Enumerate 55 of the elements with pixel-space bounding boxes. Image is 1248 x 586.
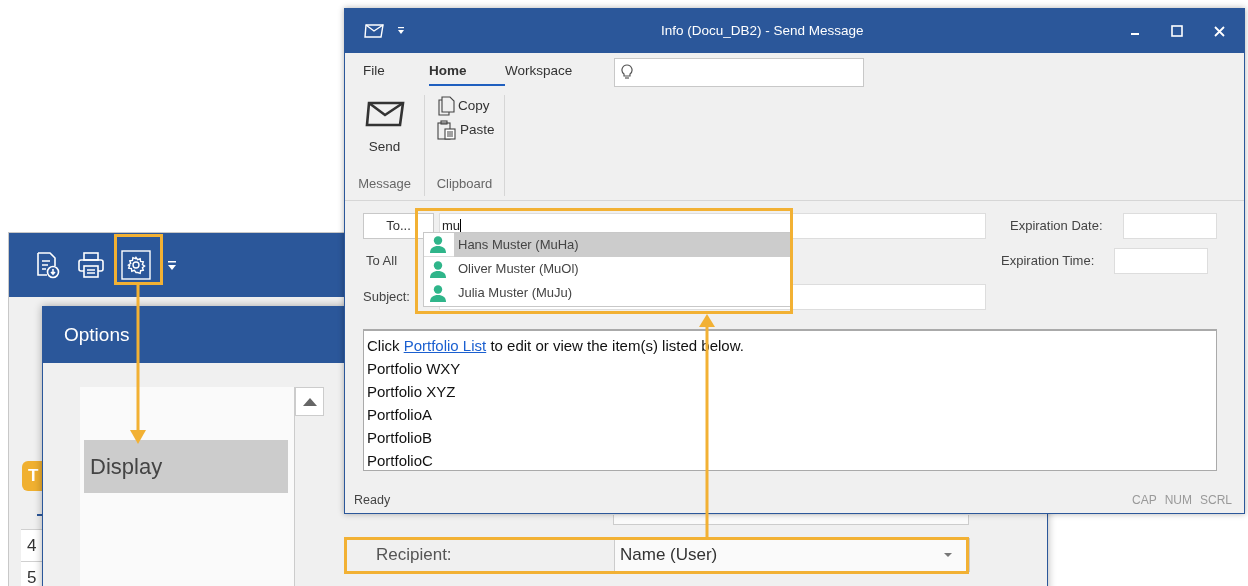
ribbon-tab[interactable]: Home (429, 58, 505, 86)
field-label: Expiration Date: (1010, 217, 1104, 236)
dialog-title: Options (64, 322, 130, 347)
list-item[interactable]: Display (84, 440, 288, 493)
suggestion-item[interactable]: Oliver Muster (MuOl) (424, 257, 790, 281)
envelope-icon (364, 101, 405, 127)
dropdown-caret-icon (944, 553, 952, 557)
scroll-up-button[interactable] (295, 387, 324, 416)
group-label: Clipboard (435, 175, 494, 193)
clipboard-icon (437, 120, 457, 141)
ribbon-tab[interactable]: Workspace (505, 58, 614, 86)
search-field[interactable] (614, 57, 864, 87)
recipient-dropdown[interactable]: Name (User) (614, 538, 970, 572)
settings-icon[interactable] (121, 250, 151, 280)
time-field[interactable] (1114, 248, 1209, 274)
close-icon[interactable] (1214, 25, 1225, 37)
up-arrow-icon (302, 397, 317, 406)
scrollbar[interactable] (294, 387, 323, 586)
person-icon (430, 260, 446, 278)
group-label: Message (357, 175, 412, 193)
person-icon (430, 284, 446, 302)
caret-icon[interactable] (397, 26, 405, 36)
status-indicator: SCRL (1200, 492, 1232, 510)
copy-icon (437, 96, 455, 117)
lightbulb-icon (621, 64, 633, 80)
status-indicator: NUM (1164, 492, 1192, 510)
field-label: Expiration Time: (1001, 252, 1096, 271)
field[interactable] (613, 515, 969, 525)
field-label: To All (366, 252, 398, 271)
ribbon-tab[interactable]: File (363, 58, 429, 86)
ribbon-button[interactable]: Copy (437, 96, 504, 117)
envelope-icon[interactable] (364, 24, 384, 38)
export-document-icon[interactable] (35, 251, 61, 279)
body-line: Portfolio XYZ (367, 382, 456, 402)
to-button[interactable]: To... (363, 213, 434, 239)
suggestion-item[interactable]: Julia Muster (MuJu) (424, 281, 790, 305)
window-title: Info (Docu_DB2) - Send Message (661, 21, 864, 40)
options-list[interactable]: Display (80, 387, 323, 586)
body-line: PortfolioA (367, 405, 433, 425)
body-line: PortfolioB (367, 428, 433, 448)
printer-icon[interactable] (77, 251, 105, 279)
status-indicator: CAP (1131, 492, 1157, 510)
body-line: Portfolio WXY (367, 359, 461, 379)
recipient-label: Recipient: (375, 544, 453, 567)
field-label: Subject: (363, 288, 411, 307)
send-button[interactable]: Send (364, 101, 405, 158)
maximize-icon[interactable] (1171, 25, 1183, 37)
person-icon (430, 236, 446, 253)
ribbon-button[interactable]: Paste (437, 120, 504, 141)
caret-icon[interactable] (167, 259, 177, 271)
body-line: PortfolioC (367, 451, 433, 471)
date-field[interactable] (1123, 213, 1217, 239)
portfolio-link[interactable]: Portfolio List (403, 337, 487, 354)
callout-box (114, 234, 163, 285)
status-text: Ready (354, 492, 391, 509)
